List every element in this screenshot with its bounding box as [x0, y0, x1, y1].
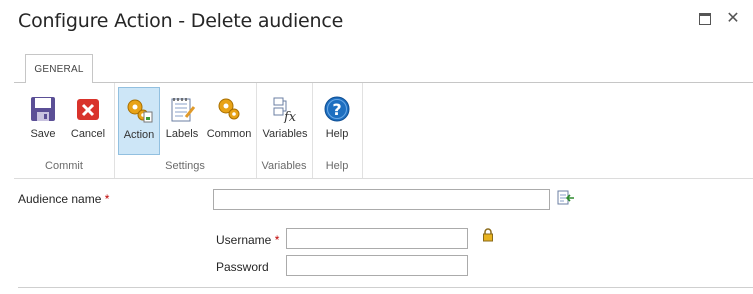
commit-group-label: Commit — [45, 160, 83, 172]
help-button[interactable]: ? Help — [319, 87, 355, 155]
ribbon-group-variables: fx Variables Variables — [256, 83, 313, 178]
help-label: Help — [325, 128, 349, 140]
username-label-text: Username — [216, 233, 272, 247]
action-gears-icon — [127, 99, 153, 123]
labels-notepad-icon — [171, 98, 196, 122]
ribbon: Save Cancel Commit Action Labels Common … — [14, 82, 753, 179]
close-icon[interactable]: ✕ — [725, 10, 741, 26]
ribbon-group-help: ? Help Help — [312, 83, 363, 178]
svg-text:?: ? — [332, 100, 341, 119]
help-group-label: Help — [325, 160, 349, 172]
variables-fx-icon: fx — [273, 97, 297, 123]
cancel-button[interactable]: Cancel — [68, 87, 108, 155]
ribbon-group-commit: Save Cancel Commit — [14, 83, 115, 178]
settings-group-label: Settings — [165, 160, 205, 172]
audience-name-label-text: Audience name — [18, 192, 102, 206]
save-button[interactable]: Save — [24, 87, 62, 155]
required-marker: * — [104, 192, 110, 206]
common-label: Common — [206, 128, 252, 140]
username-label: Username * — [216, 233, 279, 247]
tab-general[interactable]: GENERAL — [25, 54, 93, 83]
labels-label: Labels — [165, 128, 199, 140]
lock-icon[interactable] — [482, 228, 494, 242]
maximize-icon[interactable] — [697, 10, 713, 26]
variables-button[interactable]: fx Variables — [260, 87, 310, 155]
required-marker: * — [274, 233, 280, 247]
labels-button[interactable]: Labels — [164, 87, 200, 155]
dialog-title: Configure Action - Delete audience — [18, 10, 344, 32]
username-input[interactable] — [286, 228, 468, 249]
svg-text:fx: fx — [283, 110, 297, 123]
audience-name-input[interactable] — [213, 189, 550, 210]
password-input[interactable] — [286, 255, 468, 276]
common-button[interactable]: Common — [204, 87, 254, 155]
variables-group-label: Variables — [261, 160, 307, 172]
insert-reference-icon[interactable] — [557, 190, 575, 206]
action-label: Action — [123, 129, 155, 141]
cancel-label: Cancel — [70, 128, 106, 140]
action-button[interactable]: Action — [118, 87, 160, 155]
variables-label: Variables — [262, 128, 308, 140]
save-icon — [31, 97, 55, 121]
help-icon: ? — [324, 96, 350, 122]
audience-name-label: Audience name * — [18, 192, 109, 206]
password-label: Password — [216, 260, 269, 274]
ribbon-group-settings: Action Labels Common Settings — [114, 83, 257, 178]
common-gears-icon — [218, 98, 240, 120]
cancel-icon — [77, 99, 99, 120]
divider — [18, 287, 753, 288]
save-label: Save — [30, 128, 56, 140]
